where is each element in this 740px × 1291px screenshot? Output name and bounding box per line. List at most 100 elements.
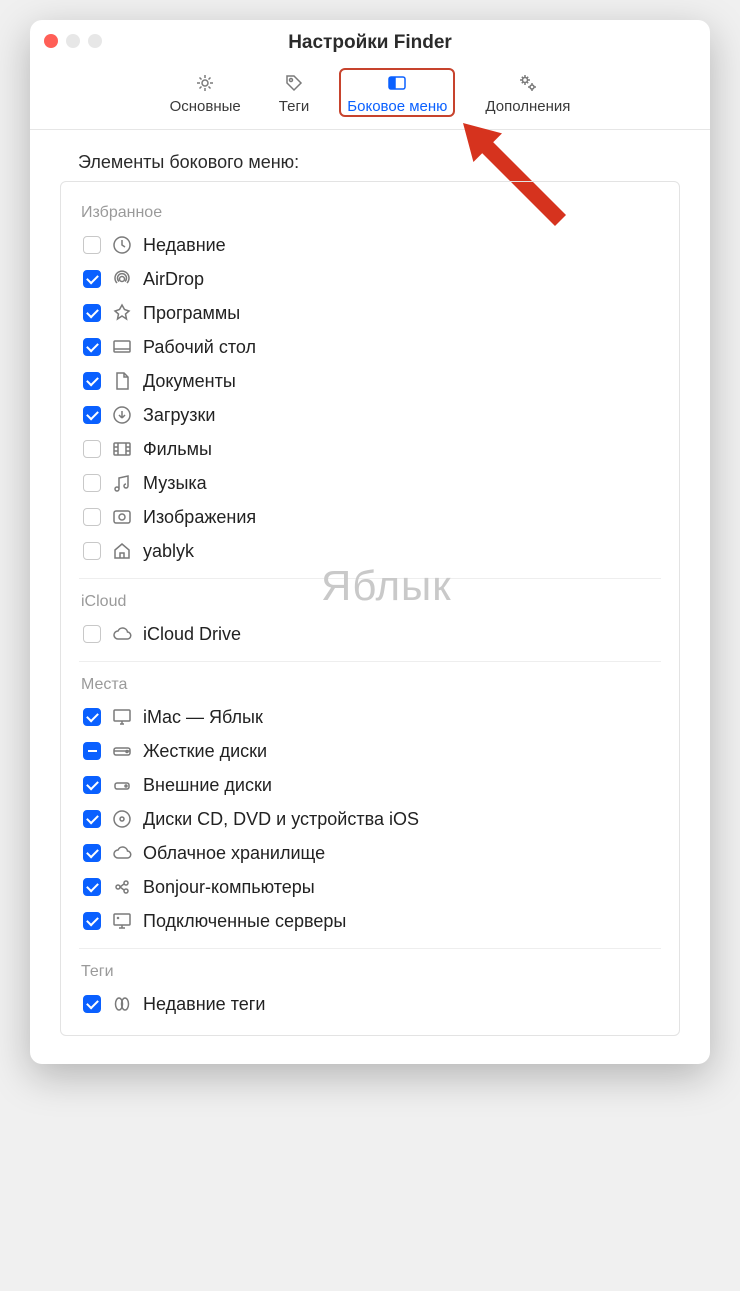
tag-icon	[283, 72, 305, 94]
pictures-icon	[111, 506, 133, 528]
zoom-button[interactable]	[88, 34, 102, 48]
server-icon	[111, 910, 133, 932]
checkbox-row: Недавние	[79, 228, 661, 262]
checkbox-row: iMac — Яблык	[79, 700, 661, 734]
checkbox[interactable]	[83, 625, 101, 643]
airdrop-icon	[111, 268, 133, 290]
item-label: Документы	[143, 371, 236, 392]
gear-icon	[194, 72, 216, 94]
checkbox-row: Жесткие диски	[79, 734, 661, 768]
imac-icon	[111, 706, 133, 728]
checkbox-row: iCloud Drive	[79, 617, 661, 651]
item-label: Изображения	[143, 507, 256, 528]
sidebar-icon	[386, 72, 408, 94]
document-icon	[111, 370, 133, 392]
item-label: Bonjour-компьютеры	[143, 877, 315, 898]
traffic-lights	[44, 34, 102, 48]
checkbox-row: Подключенные серверы	[79, 904, 661, 938]
titlebar: Настройки Finder	[30, 20, 710, 60]
section-label: Избранное	[81, 204, 661, 222]
checkbox[interactable]	[83, 508, 101, 526]
download-icon	[111, 404, 133, 426]
section-label: Места	[81, 676, 661, 694]
checkbox-row: Недавние теги	[79, 987, 661, 1021]
checkbox-row: Облачное хранилище	[79, 836, 661, 870]
checkbox[interactable]	[83, 878, 101, 896]
item-label: Облачное хранилище	[143, 843, 325, 864]
tab-label: Дополнения	[485, 98, 570, 115]
tab-sidebar[interactable]: Боковое меню	[339, 68, 455, 117]
checkbox-row: Bonjour-компьютеры	[79, 870, 661, 904]
window-title: Настройки Finder	[30, 32, 710, 54]
checkbox-row: Рабочий стол	[79, 330, 661, 364]
checkbox[interactable]	[83, 304, 101, 322]
item-label: iMac — Яблык	[143, 707, 263, 728]
item-label: Загрузки	[143, 405, 215, 426]
tab-label: Теги	[279, 98, 310, 115]
item-label: iCloud Drive	[143, 624, 241, 645]
checkbox[interactable]	[83, 406, 101, 424]
item-label: Программы	[143, 303, 240, 324]
movies-icon	[111, 438, 133, 460]
checkbox-row: Загрузки	[79, 398, 661, 432]
minimize-button[interactable]	[66, 34, 80, 48]
item-label: Внешние диски	[143, 775, 272, 796]
checkbox[interactable]	[83, 708, 101, 726]
bonjour-icon	[111, 876, 133, 898]
checkbox[interactable]	[83, 372, 101, 390]
item-label: Рабочий стол	[143, 337, 256, 358]
desktop-icon	[111, 336, 133, 358]
content: Элементы бокового меню: Яблык ИзбранноеН…	[30, 130, 710, 1064]
checkbox-row: AirDrop	[79, 262, 661, 296]
external-icon	[111, 774, 133, 796]
checkbox-row: Изображения	[79, 500, 661, 534]
item-label: Недавние теги	[143, 994, 265, 1015]
checkbox-row: yablyk	[79, 534, 661, 568]
checkbox[interactable]	[83, 270, 101, 288]
separator	[79, 661, 661, 662]
checkbox[interactable]	[83, 742, 101, 760]
clock-icon	[111, 234, 133, 256]
item-label: Диски CD, DVD и устройства iOS	[143, 809, 419, 830]
section-label: iCloud	[81, 593, 661, 611]
checkbox[interactable]	[83, 844, 101, 862]
tab-general[interactable]: Основные	[162, 68, 249, 117]
item-label: Фильмы	[143, 439, 212, 460]
toolbar-tabs: Основные Теги Боковое меню Дополнения	[30, 60, 710, 130]
home-icon	[111, 540, 133, 562]
checkbox-row: Фильмы	[79, 432, 661, 466]
checkbox[interactable]	[83, 236, 101, 254]
gears-icon	[517, 72, 539, 94]
item-label: AirDrop	[143, 269, 204, 290]
disc-icon	[111, 808, 133, 830]
item-label: Музыка	[143, 473, 207, 494]
item-label: Недавние	[143, 235, 226, 256]
music-icon	[111, 472, 133, 494]
separator	[79, 578, 661, 579]
tags-icon	[111, 993, 133, 1015]
checkbox[interactable]	[83, 338, 101, 356]
apps-icon	[111, 302, 133, 324]
checkbox[interactable]	[83, 912, 101, 930]
checkbox[interactable]	[83, 440, 101, 458]
tab-advanced[interactable]: Дополнения	[477, 68, 578, 117]
separator	[79, 948, 661, 949]
checkbox[interactable]	[83, 776, 101, 794]
item-label: Подключенные серверы	[143, 911, 346, 932]
item-label: yablyk	[143, 541, 194, 562]
cloud-icon	[111, 842, 133, 864]
checkbox-row: Диски CD, DVD и устройства iOS	[79, 802, 661, 836]
item-label: Жесткие диски	[143, 741, 267, 762]
panel-heading: Элементы бокового меню:	[78, 152, 680, 173]
checkbox[interactable]	[83, 474, 101, 492]
checkbox-row: Музыка	[79, 466, 661, 500]
hdd-icon	[111, 740, 133, 762]
checkbox[interactable]	[83, 810, 101, 828]
section-label: Теги	[81, 963, 661, 981]
close-button[interactable]	[44, 34, 58, 48]
checkbox-row: Программы	[79, 296, 661, 330]
tab-tags[interactable]: Теги	[271, 68, 318, 117]
checkbox-row: Внешние диски	[79, 768, 661, 802]
checkbox[interactable]	[83, 542, 101, 560]
checkbox[interactable]	[83, 995, 101, 1013]
